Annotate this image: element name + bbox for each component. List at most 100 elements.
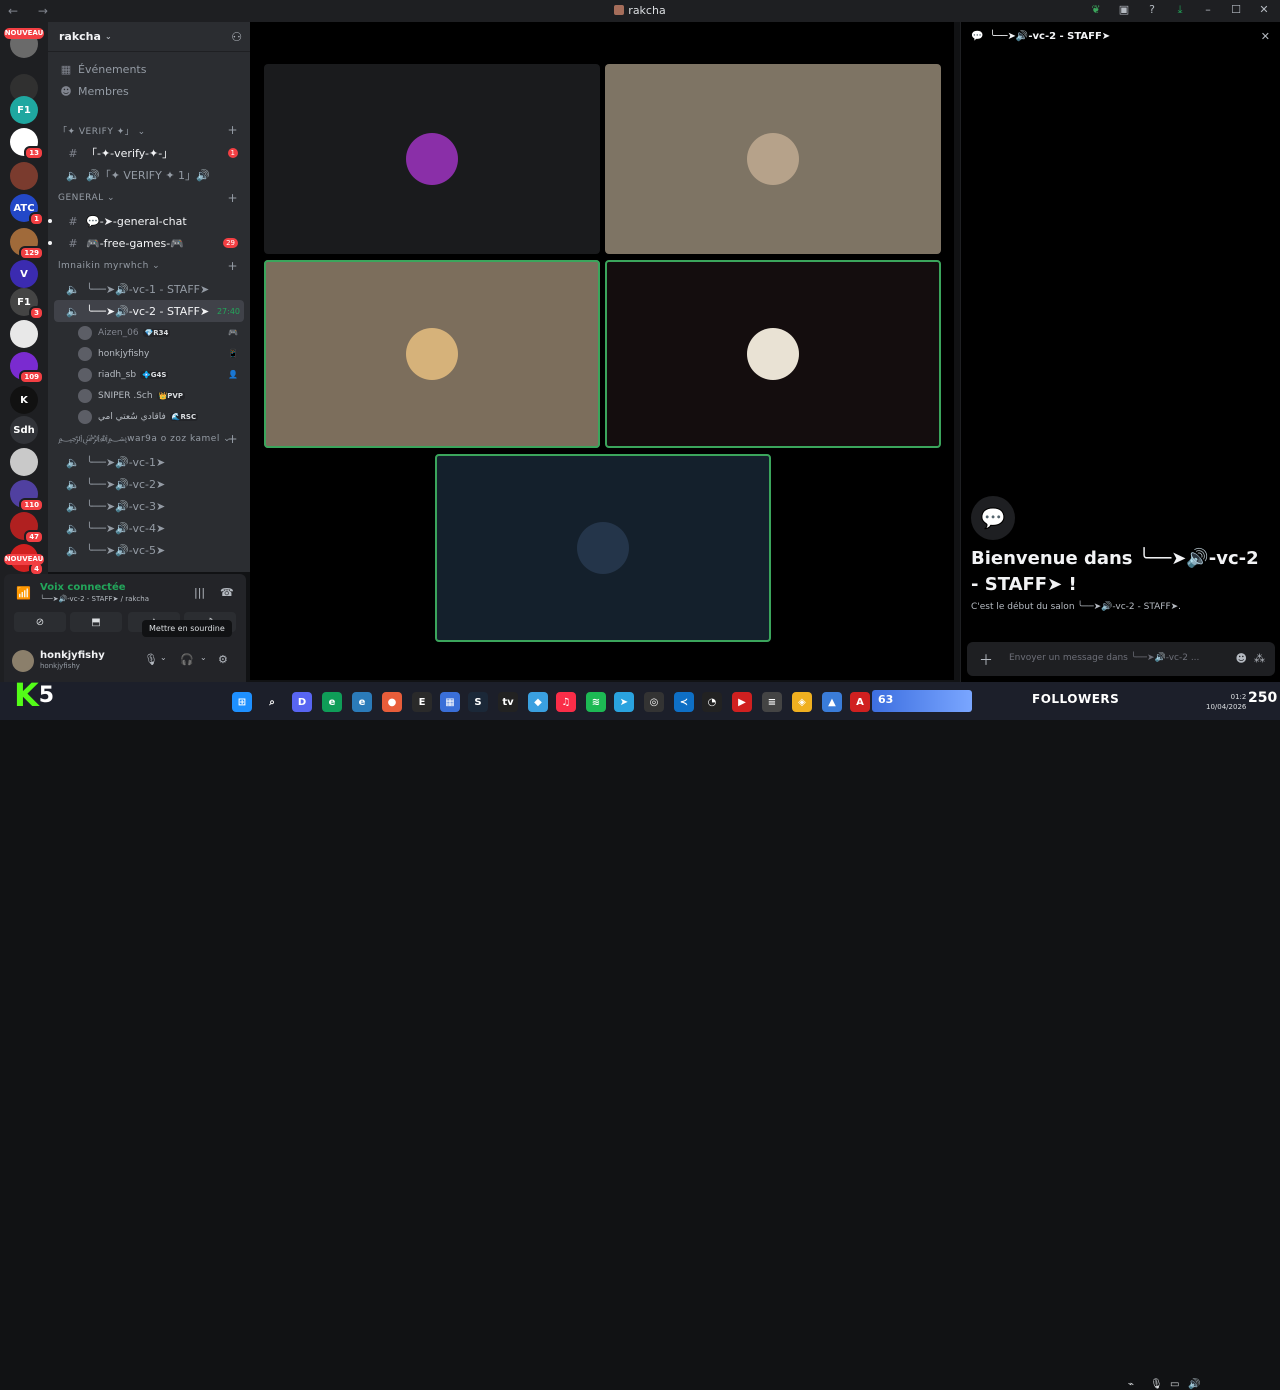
voice-user[interactable]: SNIPER .Sch 👑PVP xyxy=(48,385,250,406)
add-channel-icon[interactable]: + xyxy=(227,432,238,446)
avatar[interactable] xyxy=(12,650,34,672)
message-input[interactable]: Envoyer un message dans ╰──➤🔊-vc-2 ... xyxy=(1009,653,1199,663)
minimize-icon[interactable]: – xyxy=(1200,3,1216,17)
emoji-icon[interactable]: ☻ xyxy=(1236,652,1247,665)
search-icon[interactable]: ⌕ xyxy=(262,692,282,712)
server-icon[interactable]: ATC 1 xyxy=(10,194,44,226)
speedometer-icon[interactable]: ◔ xyxy=(702,692,722,712)
volume-icon[interactable]: 🔊 xyxy=(1188,1379,1200,1390)
media-icon[interactable]: ▶ xyxy=(732,692,752,712)
database-icon[interactable]: ≡ xyxy=(762,692,782,712)
obs-icon[interactable]: ◎ xyxy=(644,692,664,712)
chevron-down-icon[interactable]: ⌄ xyxy=(160,653,167,662)
server-icon[interactable] xyxy=(10,448,38,476)
chevron-down-icon[interactable]: ⌄ xyxy=(200,653,207,662)
channel-category[interactable]: 「✦ VERIFY ✦」 ⌄ + xyxy=(48,118,250,142)
server-icon[interactable]: 47 xyxy=(10,512,44,544)
monitor-icon[interactable]: ▭ xyxy=(1170,1379,1179,1390)
add-member-icon[interactable]: ⚇ xyxy=(231,30,242,44)
voice-user[interactable]: Aizen_06 💎R34 🎮 xyxy=(48,322,250,343)
maximize-icon[interactable]: ☐ xyxy=(1228,3,1244,17)
voice-user[interactable]: riadh_sb 💠G4S 👤 xyxy=(48,364,250,385)
steam-icon[interactable]: S xyxy=(468,692,488,712)
browser-icon[interactable]: e xyxy=(352,692,372,712)
server-icon[interactable]: K xyxy=(10,386,38,414)
nav-members[interactable]: ☻ Membres xyxy=(48,80,250,102)
participant-tile[interactable] xyxy=(605,64,941,254)
network-icon[interactable]: ⌁ xyxy=(1128,1379,1134,1390)
user-name[interactable]: honkjyfishy xyxy=(40,650,105,661)
voice-channel[interactable]: 🔈 ╰──➤🔊-vc-5➤ xyxy=(54,539,244,561)
participant-tile[interactable] xyxy=(264,260,600,448)
server-icon[interactable]: F1 3 xyxy=(10,288,44,320)
voice-channel[interactable]: 🔈 ╰──➤🔊-vc-3➤ xyxy=(54,495,244,517)
server-icon[interactable]: 110 xyxy=(10,480,44,512)
apps-icon[interactable]: ⁂ xyxy=(1254,652,1265,665)
bluestacks-icon[interactable]: ◈ xyxy=(792,692,812,712)
channel-category[interactable]: ﷽war9a o zoz kamel ⌄ + xyxy=(48,427,250,451)
help-icon[interactable]: ? xyxy=(1144,3,1160,17)
server-header[interactable]: rakcha ⌄ ⚇ xyxy=(48,22,250,52)
server-icon[interactable]: 109 xyxy=(10,352,44,384)
server-icon[interactable] xyxy=(10,162,38,190)
nitro-icon[interactable]: ❦ xyxy=(1088,3,1104,17)
voice-user[interactable]: honkjyfishy 📱 xyxy=(48,343,250,364)
vscode-icon[interactable]: ≺ xyxy=(674,692,694,712)
channel-category[interactable]: GENERAL ⌄ + xyxy=(48,186,250,210)
server-icon[interactable]: F1 xyxy=(10,96,38,124)
text-channel[interactable]: # 🎮-free-games-🎮 29 xyxy=(48,232,244,254)
plus-icon[interactable]: ＋ xyxy=(979,650,993,670)
close-icon[interactable]: ✕ xyxy=(1261,30,1270,43)
app-icon[interactable]: ▲ xyxy=(822,692,842,712)
apple-tv-icon[interactable]: tv xyxy=(498,692,518,712)
voice-channel[interactable]: 🔈 ╰──➤🔊-vc-1 - STAFF➤ xyxy=(54,278,244,300)
recorder-icon[interactable]: ● xyxy=(382,692,402,712)
windows-start-icon[interactable]: ⊞ xyxy=(232,692,252,712)
add-channel-icon[interactable]: + xyxy=(227,191,238,205)
server-icon[interactable]: V xyxy=(10,260,38,288)
signal-icon[interactable]: 📶 xyxy=(16,586,31,600)
server-icon[interactable]: 13 xyxy=(10,128,44,160)
server-icon[interactable]: 129 xyxy=(10,228,44,260)
voice-channel[interactable]: 🔈 ╰──➤🔊-vc-4➤ xyxy=(54,517,244,539)
app-icon[interactable]: A xyxy=(850,692,870,712)
voice-channel[interactable]: 🔈 ╰──➤🔊-vc-2➤ xyxy=(54,473,244,495)
download-icon[interactable]: ⤓ xyxy=(1172,3,1188,17)
microphone-icon[interactable]: 🎙 xyxy=(1150,1379,1163,1390)
settings-gear-icon[interactable]: ⚙ xyxy=(218,653,228,666)
voice-channel-path[interactable]: ╰──➤🔊-vc-2 - STAFF➤ / rakcha xyxy=(40,595,149,603)
noise-suppression-icon[interactable]: ||| xyxy=(194,586,205,599)
voice-status[interactable]: Voix connectée xyxy=(40,582,126,593)
discord-icon[interactable]: D xyxy=(292,692,312,712)
voice-user[interactable]: فاقادي سُعتي امي 🌊RSC xyxy=(48,406,250,427)
server-icon[interactable]: Sdh xyxy=(10,416,38,444)
system-clock[interactable]: 01:2 10/04/2026 xyxy=(1206,692,1246,712)
server-icon[interactable] xyxy=(10,320,38,348)
text-channel[interactable]: # 「-✦-verify-✦-」 1 xyxy=(54,142,244,164)
microphone-icon[interactable]: 🎙 xyxy=(144,653,158,666)
message-composer[interactable]: ＋ Envoyer un message dans ╰──➤🔊-vc-2 ...… xyxy=(967,642,1275,676)
nav-events[interactable]: ▦ Événements xyxy=(48,58,250,80)
spotify-icon[interactable]: ≋ xyxy=(586,692,606,712)
voice-channel[interactable]: 🔈 🔊「✦ VERIFY ✦ 1」🔊 xyxy=(54,164,244,186)
music-icon[interactable]: ♫ xyxy=(556,692,576,712)
add-channel-icon[interactable]: + xyxy=(227,259,238,273)
voice-channel[interactable]: 🔈 ╰──➤🔊-vc-1➤ xyxy=(54,451,244,473)
inbox-icon[interactable]: ▣ xyxy=(1116,3,1132,17)
participant-tile[interactable] xyxy=(605,260,941,448)
disconnect-icon[interactable]: ☎ xyxy=(220,586,234,599)
store-icon[interactable]: ▦ xyxy=(440,692,460,712)
headphones-icon[interactable]: 🎧 xyxy=(180,653,194,666)
telegram-icon[interactable]: ➤ xyxy=(614,692,634,712)
camera-button[interactable]: ⊘ xyxy=(14,612,66,632)
add-channel-icon[interactable]: + xyxy=(227,123,238,137)
participant-tile[interactable] xyxy=(264,64,600,254)
voice-channel[interactable]: 🔈 ╰──➤🔊-vc-2 - STAFF➤ 27:40 xyxy=(54,300,244,322)
screen-share-button[interactable]: ⬒ xyxy=(70,612,122,632)
channel-category[interactable]: lmnaikin myrwhch ⌄ + xyxy=(48,254,250,278)
epic-games-icon[interactable]: E xyxy=(412,692,432,712)
participant-tile[interactable] xyxy=(435,454,771,642)
app-icon[interactable]: ◆ xyxy=(528,692,548,712)
close-icon[interactable]: ✕ xyxy=(1256,3,1272,17)
text-channel[interactable]: # 💬-➤-general-chat xyxy=(48,210,244,232)
